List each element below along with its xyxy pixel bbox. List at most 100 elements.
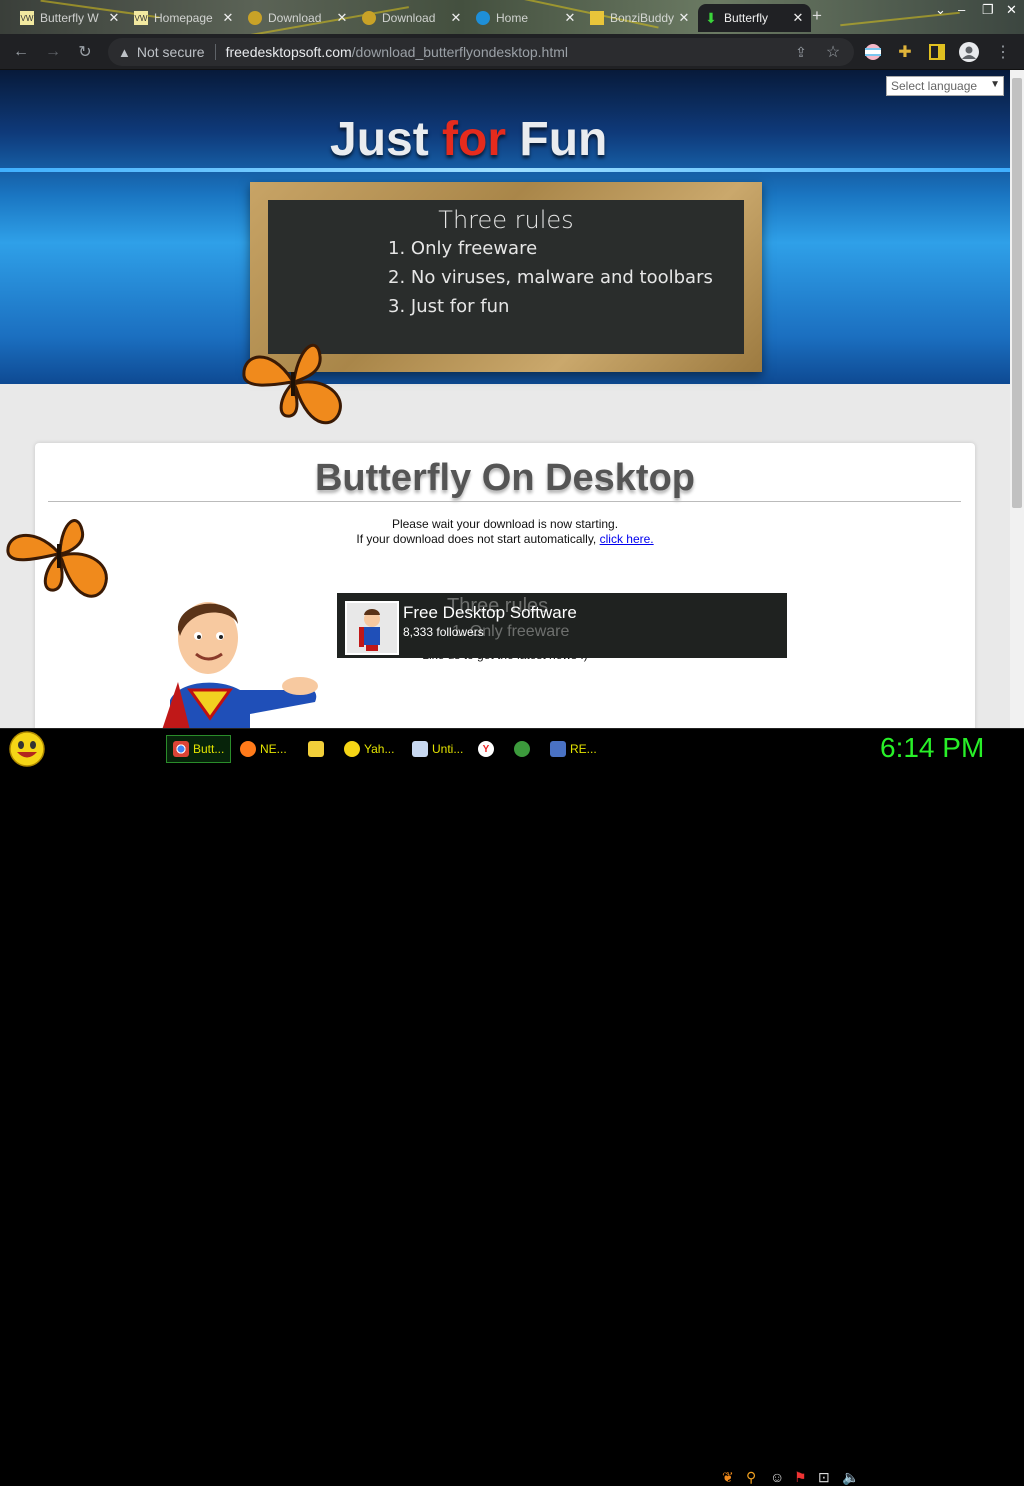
share-icon[interactable]: ⇪ <box>790 41 812 63</box>
taskbar-item-regedit[interactable]: RE... <box>544 735 603 763</box>
back-icon[interactable]: ← <box>10 41 32 63</box>
browser-tab[interactable]: Home ✕ <box>470 4 583 32</box>
new-tab-icon[interactable]: + <box>812 6 822 26</box>
search-tray-icon[interactable]: ⚲ <box>746 1469 756 1486</box>
browser-tab[interactable]: VW Butterfly W ✕ <box>14 4 127 32</box>
close-tab-icon[interactable]: ✕ <box>221 10 235 26</box>
chalkboard-surface: Three rules 1. Only freeware 2. No virus… <box>268 200 744 354</box>
edge-icon <box>476 11 490 25</box>
download-fallback-text: If your download does not start automati… <box>356 532 597 546</box>
chalkboard-title: Three rules <box>438 206 574 234</box>
download-message: Please wait your download is now startin… <box>35 517 975 547</box>
address-divider <box>214 44 216 60</box>
tab-strip: VW Butterfly W ✕ VW Homepage ✕ Download … <box>0 0 1024 34</box>
browser-tab[interactable]: Download ✕ <box>356 4 469 32</box>
tab-title: Download <box>382 11 436 25</box>
close-tab-icon[interactable]: ✕ <box>107 10 121 26</box>
chevron-down-icon: ▼ <box>990 79 1000 90</box>
tab-title: Homepage <box>154 11 213 25</box>
taskbar-clock[interactable]: 6:14 PM <box>880 732 984 764</box>
butterfly-tray-icon[interactable]: ❦ <box>722 1469 734 1486</box>
taskbar-item-firefox[interactable]: NE... <box>234 735 293 763</box>
scrollbar-thumb[interactable] <box>1012 78 1022 508</box>
tab-title: Download <box>268 11 322 25</box>
logo-word-just: Just <box>330 113 429 166</box>
browser-tab-active[interactable]: ⬇ Butterfly ✕ <box>698 4 811 32</box>
tab-title: Butterfly <box>724 11 769 25</box>
taskbar-item-notepad[interactable]: Unti... <box>406 735 469 763</box>
facebook-page-widget[interactable]: Three rules 1. Only freeware Free Deskto… <box>337 593 787 658</box>
download-wait-text: Please wait your download is now startin… <box>391 517 619 531</box>
click-here-link[interactable]: click here. <box>600 532 654 546</box>
network-icon[interactable]: ⊡ <box>818 1469 830 1486</box>
butterfly-image <box>242 343 342 425</box>
address-bar[interactable]: ▲ Not secure freedesktopsoft.com/downloa… <box>108 38 854 66</box>
taskbar-label: Yah... <box>364 742 395 756</box>
browser-tab[interactable]: BonziBuddy ✕ <box>584 4 697 32</box>
taskbar-item-folder[interactable] <box>302 735 334 763</box>
banner-stripe <box>0 168 1010 172</box>
url-path: /download_butterflyondesktop.html <box>351 44 568 60</box>
facebook-follower-count: 8,333 followers <box>403 625 484 639</box>
close-tab-icon[interactable]: ✕ <box>449 10 463 26</box>
globe-icon <box>362 11 376 25</box>
rule-item: 3. Just for fun <box>388 296 510 317</box>
side-panel-icon[interactable] <box>926 41 948 63</box>
folder-icon <box>308 741 324 757</box>
taskbar: Butt... NE... Yah... Unti... Y RE... ❦ ⚲… <box>0 728 1024 1485</box>
taskbar-item-chrome[interactable]: Butt... <box>166 735 232 763</box>
taskbar-item-yandex[interactable]: Y <box>472 735 504 763</box>
browser-tab[interactable]: VW Homepage ✕ <box>128 4 241 32</box>
close-window-icon[interactable]: ✕ <box>1006 2 1017 18</box>
rule-item: 1. Only freeware <box>388 238 538 259</box>
menu-dots-icon[interactable]: ⋮ <box>992 41 1014 63</box>
reload-icon[interactable]: ↻ <box>74 41 96 63</box>
security-label[interactable]: Not secure <box>137 44 205 60</box>
butterfly-image <box>6 519 108 598</box>
close-tab-icon[interactable]: ✕ <box>791 10 805 26</box>
action-center-flag-icon[interactable]: ⚑ <box>794 1469 807 1486</box>
close-tab-icon[interactable]: ✕ <box>335 10 349 26</box>
tab-title: BonziBuddy <box>610 11 675 25</box>
language-select[interactable]: Select language ▼ <box>886 76 1004 96</box>
tab-title: Home <box>496 11 529 25</box>
superhero-avatar-icon <box>347 603 397 653</box>
tab-search-icon[interactable]: ⌄ <box>935 2 946 18</box>
taskbar-item-yahoo[interactable]: Yah... <box>338 735 400 763</box>
extensions-puzzle-icon[interactable]: ✚ <box>894 41 916 63</box>
facebook-page-avatar[interactable] <box>345 601 399 655</box>
close-tab-icon[interactable]: ✕ <box>563 10 577 26</box>
rule-item: 2. No viruses, malware and toolbars <box>388 267 713 288</box>
restore-icon[interactable]: ❐ <box>982 2 994 18</box>
profile-avatar-icon[interactable] <box>958 41 980 63</box>
taskbar-label: RE... <box>570 742 597 756</box>
start-smiley-icon[interactable] <box>8 731 46 767</box>
notepad-icon <box>412 741 428 757</box>
taskbar-label: Butt... <box>193 742 225 756</box>
facebook-page-name[interactable]: Free Desktop Software <box>403 603 577 623</box>
close-tab-icon[interactable]: ✕ <box>677 10 691 26</box>
extension-flag-icon[interactable] <box>862 41 884 63</box>
browser-toolbar: ← → ↻ ▲ Not secure freedesktopsoft.com/d… <box>0 34 1024 70</box>
download-icon: ⬇ <box>705 9 717 26</box>
refresh-app-icon <box>514 741 530 757</box>
logo-word-fun: Fun <box>519 113 608 166</box>
folder-icon <box>590 11 604 25</box>
page-title: Butterfly On Desktop <box>314 457 696 499</box>
browser-tab[interactable]: Download ✕ <box>242 4 355 32</box>
taskbar-item-refresh-app[interactable] <box>508 735 540 763</box>
bookmark-star-icon[interactable]: ☆ <box>822 41 844 63</box>
title-divider <box>48 501 961 502</box>
tab-title: Butterfly W <box>40 11 99 25</box>
url-domain: freedesktopsoft.com <box>225 44 352 60</box>
regedit-icon <box>550 741 566 757</box>
globe-icon <box>248 11 262 25</box>
messenger-tray-icon[interactable]: ☺ <box>770 1469 784 1485</box>
minimize-icon[interactable]: – <box>958 2 965 17</box>
site-logo[interactable]: Just for Fun <box>330 112 650 167</box>
warning-icon[interactable]: ▲ <box>118 45 131 60</box>
volume-icon[interactable]: 🔈 <box>842 1469 859 1486</box>
logo-word-for: for <box>442 113 507 166</box>
forward-icon[interactable]: → <box>42 41 64 63</box>
firefox-icon <box>240 741 256 757</box>
